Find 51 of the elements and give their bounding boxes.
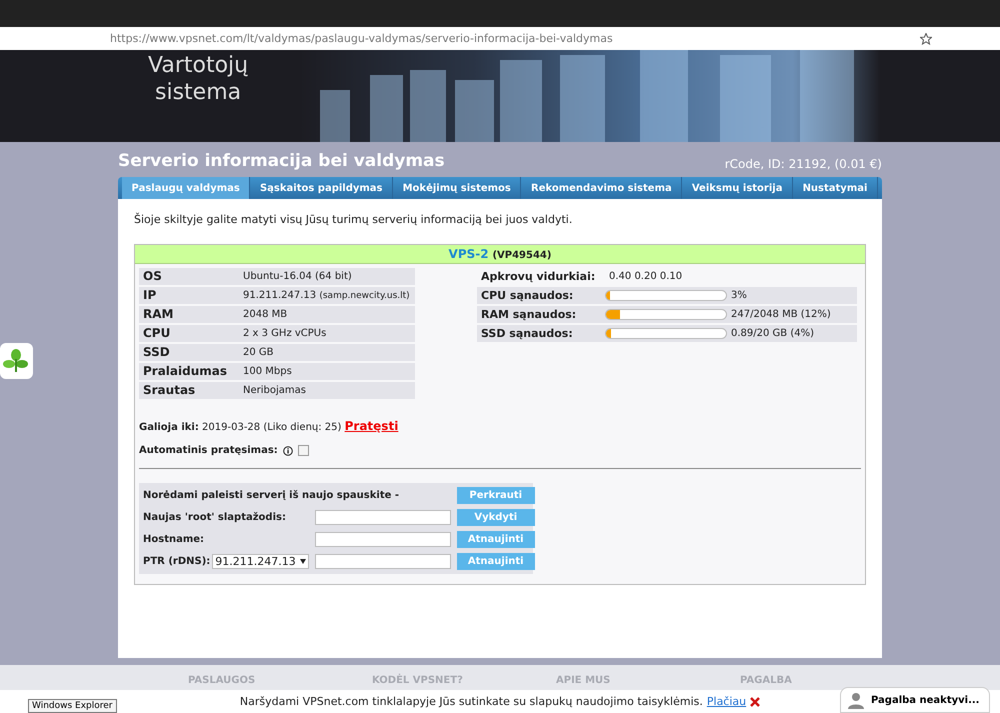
chat-widget[interactable]: Pagalba neaktyvi... [840, 687, 990, 713]
spec-value: 2 x 3 GHz vCPUs [239, 325, 415, 342]
action-label: Naujas 'root' slaptažodis: [143, 512, 287, 523]
spec-value: 2048 MB [239, 306, 415, 323]
tooltip: Windows Explorer [28, 699, 117, 713]
action-button[interactable]: Atnaujinti [456, 531, 535, 548]
footer-heading: PAGALBA [740, 675, 793, 686]
spec-label: Srautas [139, 382, 239, 399]
action-label: PTR (rDNS): [143, 556, 210, 567]
usage-reading: 3% [727, 287, 857, 304]
banner-title: Vartotojų sistema [148, 52, 248, 106]
expiry-label: Galioja iki: [139, 422, 199, 433]
renew-link[interactable]: Pratęsti [344, 419, 398, 433]
spec-label: OS [139, 268, 239, 285]
usage-label: SSD sąnaudos: [477, 325, 605, 342]
spec-value: 100 Mbps [239, 363, 415, 380]
load-label: Apkrovų vidurkiai: [480, 269, 596, 285]
action-label: Norėdami paleisti serverį iš naujo spauskite - [143, 490, 400, 501]
load-value: 0.40 0.20 0.10 [608, 270, 684, 284]
action-button[interactable]: Vykdyti [456, 509, 535, 526]
spec-value: Ubuntu-16.04 (64 bit) [239, 268, 415, 285]
usage-label: RAM sąnaudos: [477, 306, 605, 323]
usage-reading: 0.89/20 GB (4%) [727, 325, 857, 342]
spec-value: 20 GB [239, 344, 415, 361]
usage-reading: 247/2048 MB (12%) [727, 306, 857, 323]
spec-label: RAM [139, 306, 239, 323]
spec-value: Neribojamas [239, 382, 415, 399]
server-name: VPS-2 [448, 247, 489, 261]
ip-dropdown[interactable]: 91.211.247.13 [212, 554, 309, 569]
expiry-date: 2019-03-28 (Liko dienų: 25) [202, 422, 342, 433]
footer-heading: KODĖL VPSNET? [372, 675, 464, 686]
action-label: Hostname: [143, 534, 206, 545]
spec-label: Pralaidumas [139, 363, 239, 380]
usage-label: CPU sąnaudos: [477, 287, 605, 304]
intro-text: Šioje skiltyje galite matyti visų Jūsų turimų serverių informaciją bei juos valdyti. [134, 213, 574, 226]
cookie-notice: Naršydami VPSnet.com tinklalapyje Jūs sutinkate su slapukų naudojimo taisyklėmis. [240, 695, 703, 708]
server-code: (VP49544) [492, 250, 552, 261]
spec-label: SSD [139, 344, 239, 361]
tab[interactable]: Paslaugų valdymas [122, 177, 250, 199]
spec-value: 91.211.247.13 (samp.newcity.us.lt) [239, 287, 415, 304]
footer-heading: APIE MUS [556, 675, 612, 686]
spec-label: IP [139, 287, 239, 304]
account-info: rCode, ID: 21192, (0.01 €) [724, 157, 882, 171]
spec-label: CPU [139, 325, 239, 342]
more-link[interactable]: Plačiau [706, 695, 746, 708]
auto-renew-label: Automatinis pratęsimas: [139, 445, 278, 456]
action-button[interactable]: Atnaujinti [456, 553, 535, 570]
chat-status: Pagalba neaktyvi... [871, 694, 980, 706]
footer-heading: PASLAUGOS [188, 675, 256, 686]
page-title: Serverio informacija bei valdymas [118, 151, 445, 171]
action-button[interactable]: Perkrauti [456, 487, 535, 504]
